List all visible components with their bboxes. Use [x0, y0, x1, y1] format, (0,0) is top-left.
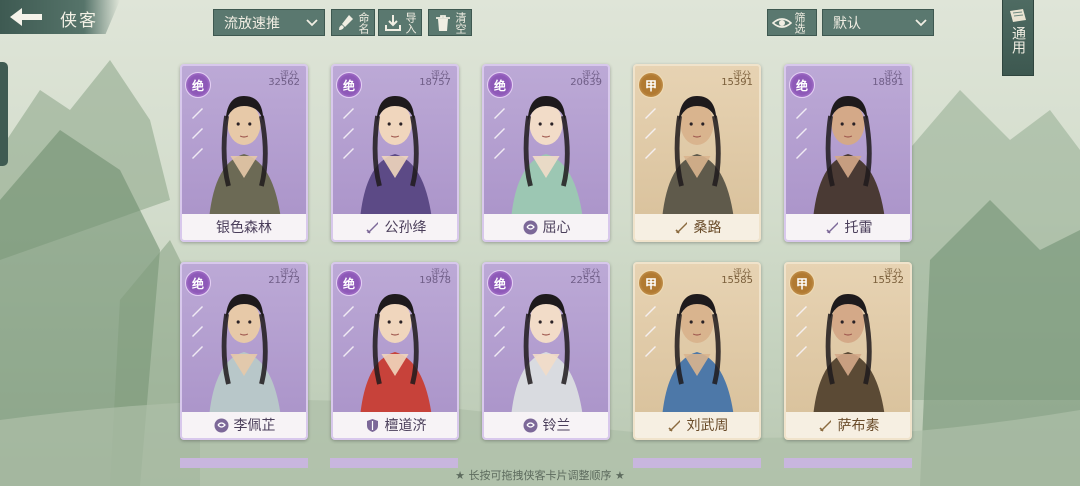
swirl-icon [523, 418, 537, 432]
hero-name: 桑路 [693, 220, 722, 236]
formation-select-value: 流放速推 [224, 15, 280, 32]
sword-icon [818, 419, 831, 432]
top-bar: 侠客 流放速推 命名 导入 清空 筛选 默认 通用 [0, 0, 1080, 76]
back-arrow-icon [10, 8, 42, 26]
star-swords-icon [796, 108, 807, 159]
sword-icon [825, 221, 838, 234]
hero-name: 刘武周 [686, 418, 729, 434]
grade-badge: 绝 [336, 270, 362, 296]
sort-select-value: 默认 [833, 15, 861, 32]
formation-dropdown[interactable]: 流放速推 [213, 9, 325, 36]
score-value: 15585 [721, 275, 753, 286]
hero-card[interactable]: 甲评分 15391 桑路 [633, 64, 761, 242]
hero-card[interactable]: 绝评分 21273 李佩芷 [180, 262, 308, 440]
import-label: 导入 [404, 11, 417, 34]
score-value: 15532 [872, 275, 904, 286]
score-value: 19878 [419, 275, 451, 286]
star-swords-icon [192, 108, 203, 159]
hero-name: 托雷 [844, 220, 873, 236]
side-drawer-handle[interactable] [0, 62, 8, 166]
hero-card[interactable]: 甲评分 15585 刘武周 [633, 262, 761, 440]
sort-dropdown[interactable]: 默认 [822, 9, 934, 36]
score-value: 20639 [570, 77, 602, 88]
grade-badge: 绝 [336, 72, 362, 98]
score-value: 21273 [268, 275, 300, 286]
trash-icon [436, 14, 450, 31]
hero-card[interactable]: 绝评分 18891 托雷 [784, 64, 912, 242]
hero-card[interactable]: 绝评分 20639 屈心 [482, 64, 610, 242]
star-swords-icon [645, 306, 656, 357]
grade-badge: 绝 [789, 72, 815, 98]
eye-icon [772, 17, 792, 28]
score-value: 18757 [419, 77, 451, 88]
scroll-icon [1010, 9, 1026, 22]
star-swords-icon [494, 306, 505, 357]
grade-badge: 绝 [487, 72, 513, 98]
hero-card[interactable]: 甲评分 15532 萨布素 [784, 262, 912, 440]
sword-icon [667, 419, 680, 432]
hero-name-bar: 李佩芷 [182, 412, 306, 438]
general-tab-label: 通用 [1010, 26, 1026, 54]
drag-hint: ★ 长按可拖拽侠客卡片调整顺序 ★ [455, 469, 625, 482]
hero-name: 李佩芷 [233, 418, 276, 434]
hero-name: 屈心 [542, 220, 571, 236]
hero-name-bar: 银色森林 [182, 214, 306, 240]
grade-badge: 甲 [638, 270, 664, 296]
star-swords-icon [645, 108, 656, 159]
hero-card[interactable]: 绝评分 18757 公孙绛 [331, 64, 459, 242]
page-title: 侠客 [60, 11, 98, 31]
sword-icon [365, 221, 378, 234]
swirl-icon [523, 220, 537, 234]
filter-label: 筛选 [793, 11, 806, 34]
general-tab[interactable]: 通用 [1002, 0, 1034, 76]
score-value: 18891 [872, 77, 904, 88]
hero-card[interactable]: 绝评分 19878 檀道济 [331, 262, 459, 440]
chevron-down-icon [915, 18, 927, 26]
hero-name-bar: 萨布素 [786, 412, 910, 438]
hero-name: 萨布素 [837, 418, 880, 434]
hero-name: 铃兰 [542, 418, 571, 434]
score-value: 22551 [570, 275, 602, 286]
hero-name: 檀道济 [384, 418, 427, 434]
brush-icon [339, 14, 353, 30]
rename-button[interactable]: 命名 [331, 9, 375, 36]
hero-name: 银色森林 [216, 220, 272, 236]
import-button[interactable]: 导入 [378, 9, 422, 36]
hero-card[interactable]: 绝评分 32562 银色森林 [180, 64, 308, 242]
score-value: 15391 [721, 77, 753, 88]
grade-badge: 绝 [185, 72, 211, 98]
hero-name-bar: 铃兰 [484, 412, 608, 438]
hero-name-bar: 屈心 [484, 214, 608, 240]
star-swords-icon [796, 306, 807, 357]
grade-badge: 甲 [789, 270, 815, 296]
filter-button[interactable]: 筛选 [767, 9, 817, 36]
hero-name-bar: 桑路 [635, 214, 759, 240]
hero-card[interactable]: 绝评分 22551 铃兰 [482, 262, 610, 440]
hero-name-bar: 公孙绛 [333, 214, 457, 240]
shield-icon [366, 418, 378, 432]
swirl-icon [214, 418, 228, 432]
hero-name-bar: 刘武周 [635, 412, 759, 438]
grade-badge: 绝 [185, 270, 211, 296]
chevron-down-icon [306, 18, 318, 26]
grade-badge: 绝 [487, 270, 513, 296]
star-swords-icon [494, 108, 505, 159]
sword-icon [674, 221, 687, 234]
import-icon [385, 14, 401, 31]
clear-button[interactable]: 清空 [428, 9, 472, 36]
hero-name-bar: 托雷 [786, 214, 910, 240]
star-swords-icon [343, 306, 354, 357]
clear-label: 清空 [454, 11, 467, 34]
rename-label: 命名 [357, 11, 370, 34]
hero-name: 公孙绛 [384, 220, 427, 236]
grade-badge: 甲 [638, 72, 664, 98]
score-value: 32562 [268, 77, 300, 88]
star-swords-icon [192, 306, 203, 357]
hero-name-bar: 檀道济 [333, 412, 457, 438]
star-swords-icon [343, 108, 354, 159]
